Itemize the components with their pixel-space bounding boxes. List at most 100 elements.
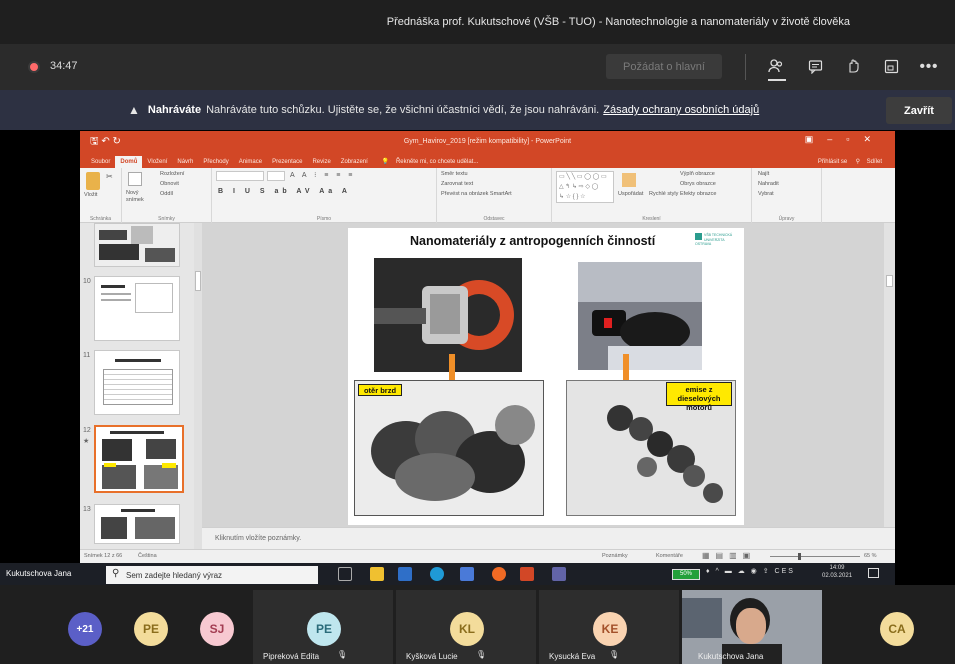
- word-icon[interactable]: [398, 567, 412, 581]
- font-name-select[interactable]: [216, 171, 264, 181]
- share-button[interactable]: Sdílet: [862, 156, 887, 168]
- shape-fill-button[interactable]: Výplň obrazce: [680, 171, 715, 177]
- request-control-button[interactable]: Požádat o hlavní: [606, 54, 722, 79]
- shape-effects-button[interactable]: Efekty obrazce: [680, 191, 716, 197]
- smartart-button[interactable]: Převést na obrázek SmartArt: [441, 191, 512, 197]
- recording-banner-title: Nahráváte: [147, 104, 202, 116]
- tab-soubor[interactable]: Soubor: [86, 156, 115, 168]
- participant-tile[interactable]: PE Pipreková Edita 🎙: [253, 590, 393, 664]
- slide-thumbnail-12-selected[interactable]: [94, 425, 184, 493]
- window-controls[interactable]: ▣–▫✕: [805, 134, 885, 145]
- notes-toggle[interactable]: Poznámky: [602, 553, 628, 559]
- tab-prezentace[interactable]: Prezentace: [267, 156, 307, 168]
- font-format-buttons[interactable]: B I U S ab AV Aa A: [218, 188, 351, 195]
- tab-vlozeni[interactable]: Vložení: [142, 156, 172, 168]
- tab-animace[interactable]: Animace: [234, 156, 267, 168]
- language-status[interactable]: Čeština: [138, 553, 157, 559]
- tab-prechody[interactable]: Přechody: [198, 156, 233, 168]
- paste-label[interactable]: Vložit: [84, 192, 97, 198]
- participant-avatar[interactable]: CA: [880, 612, 914, 646]
- font-size-select[interactable]: [267, 171, 285, 181]
- reactions-icon[interactable]: [842, 55, 864, 77]
- recording-indicator-icon: [28, 61, 40, 73]
- shapes-gallery[interactable]: ▭ ╲ ╲ ▭ ◯ ◯ ▭ △ ↰ ↳ ⇨ ◇ ◯ ↳ ☆ { } ☆: [556, 171, 614, 203]
- slide-thumbnail-13[interactable]: [94, 504, 180, 544]
- slide-thumbnail-9[interactable]: [94, 223, 180, 267]
- powerpoint-icon[interactable]: [520, 567, 534, 581]
- signin-link[interactable]: Přihlásit se ⚲ Sdílet: [808, 155, 895, 168]
- find-button[interactable]: Najít: [758, 171, 769, 177]
- chat-icon[interactable]: [804, 55, 826, 77]
- notes-pane[interactable]: Kliknutím vložíte poznámky.: [202, 527, 895, 549]
- slide-thumbnail-11[interactable]: [94, 350, 180, 415]
- slide-number: 10: [83, 278, 91, 285]
- arrange-icon[interactable]: [622, 173, 636, 187]
- cut-icon[interactable]: ✂: [106, 172, 113, 181]
- participant-avatar[interactable]: PE: [134, 612, 168, 646]
- paste-icon[interactable]: [86, 172, 100, 190]
- new-slide-icon[interactable]: [128, 172, 142, 186]
- participant-tile[interactable]: KL Kyšková Lucie 🎙: [396, 590, 536, 664]
- system-clock[interactable]: 14:09 02.03.2021: [822, 564, 852, 580]
- undo-icon[interactable]: ↶: [101, 136, 109, 147]
- select-button[interactable]: Vybrat: [758, 191, 774, 197]
- arrange-label[interactable]: Uspořádat: [618, 191, 643, 197]
- slide-thumbnail-10[interactable]: [94, 276, 180, 341]
- privacy-policy-link[interactable]: Zásady ochrany osobních údajů: [603, 104, 759, 116]
- close-banner-button[interactable]: Zavřít: [886, 97, 952, 124]
- edge-icon[interactable]: [430, 567, 444, 581]
- align-text-button[interactable]: Zarovnat text: [441, 181, 473, 187]
- ribbon-group-label: Úpravy: [778, 216, 795, 222]
- battery-indicator[interactable]: 50%: [672, 569, 700, 580]
- rooms-icon[interactable]: [880, 55, 902, 77]
- close-icon[interactable]: ✕: [863, 134, 885, 144]
- teams-icon[interactable]: [552, 567, 566, 581]
- tab-revize[interactable]: Revize: [307, 156, 335, 168]
- comments-toggle[interactable]: Komentáře: [656, 553, 683, 559]
- slide-number: 13: [83, 506, 91, 513]
- system-tray[interactable]: ♦ ^ ▬ ☁ ◉ ⇪ CES: [706, 567, 795, 575]
- more-participants-avatar[interactable]: +21: [68, 612, 102, 646]
- section-button[interactable]: Oddíl: [160, 191, 173, 197]
- firefox-icon[interactable]: [492, 567, 506, 581]
- reset-button[interactable]: Obnovit: [160, 181, 179, 187]
- ribbon-group-drawing: ▭ ╲ ╲ ▭ ◯ ◯ ▭ △ ↰ ↳ ⇨ ◇ ◯ ↳ ☆ { } ☆ Uspořá…: [552, 168, 752, 223]
- text-direction-button[interactable]: Směr textu: [441, 171, 468, 177]
- thumbnails-scrollbar[interactable]: [194, 223, 202, 549]
- redo-icon[interactable]: ↻: [112, 136, 120, 147]
- zoom-slider[interactable]: [770, 553, 860, 560]
- new-slide-label[interactable]: Nový snímek: [126, 190, 150, 204]
- tab-navrh[interactable]: Návrh: [172, 156, 198, 168]
- ribbon-group-editing: Najít Nahradit Vybrat Úpravy: [752, 168, 822, 223]
- slide-scrollbar[interactable]: [884, 223, 895, 527]
- shape-outline-button[interactable]: Obrys obrazce: [680, 181, 716, 187]
- participant-tile[interactable]: KE Kysucká Eva 🎙: [539, 590, 679, 664]
- file-explorer-icon[interactable]: [370, 567, 384, 581]
- ribbon-display-icon[interactable]: ▣: [805, 134, 828, 144]
- layout-button[interactable]: Rozložení: [160, 171, 184, 177]
- tab-zobrazeni[interactable]: Zobrazení: [336, 156, 373, 168]
- view-buttons[interactable]: ▦▤▥▣: [702, 551, 756, 560]
- task-view-icon[interactable]: [338, 567, 352, 581]
- more-icon[interactable]: •••: [918, 55, 940, 77]
- tab-domu[interactable]: Domů: [115, 156, 143, 168]
- input-language[interactable]: CES: [775, 568, 795, 575]
- presenter-video-tile[interactable]: Kukutschova Jana: [682, 590, 822, 664]
- quick-styles-label[interactable]: Rychlé styly: [649, 191, 678, 197]
- diesel-emissions-label: emise z dieselových motorů: [666, 382, 732, 412]
- tell-me-box[interactable]: 💡 Řekněte mi, co chcete udělat...: [377, 155, 489, 168]
- minimize-icon[interactable]: –: [827, 134, 846, 144]
- font-size-buttons[interactable]: A A ⁝ ≡ ≡ ≡: [290, 171, 355, 179]
- quick-access-toolbar[interactable]: 🖫 ↶ ↻: [90, 134, 121, 151]
- notifications-icon[interactable]: [868, 568, 879, 578]
- app-icon[interactable]: [460, 567, 474, 581]
- ribbon-group-label: Kreslení: [642, 216, 661, 222]
- slide-canvas[interactable]: Nanomateriály z antropogenních činností …: [348, 228, 744, 525]
- replace-button[interactable]: Nahradit: [758, 181, 779, 187]
- taskbar-search[interactable]: ⚲ Sem zadejte hledaný výraz: [106, 566, 318, 584]
- maximize-icon[interactable]: ▫: [846, 134, 863, 144]
- zoom-level[interactable]: 65 %: [864, 553, 877, 559]
- save-icon[interactable]: 🖫: [90, 136, 99, 147]
- participants-icon[interactable]: [765, 55, 787, 77]
- participant-avatar[interactable]: SJ: [200, 612, 234, 646]
